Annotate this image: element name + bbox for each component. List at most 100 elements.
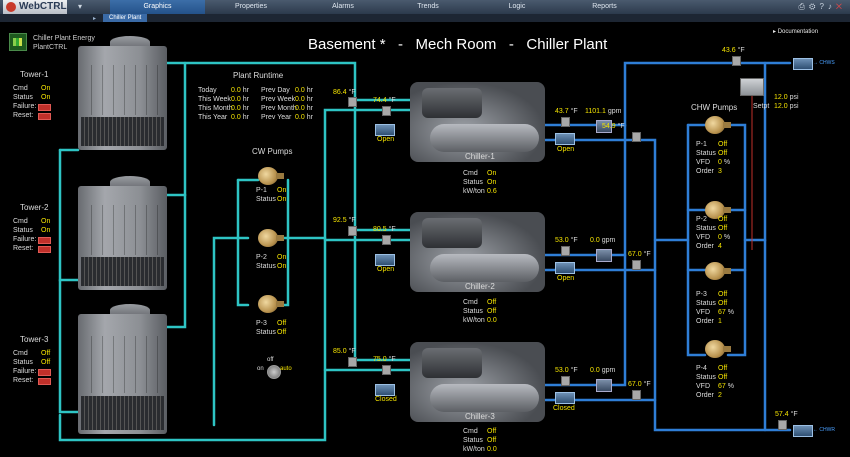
- chiller-3-cmd[interactable]: Off: [487, 427, 496, 436]
- chiller-2-cw-valve-status: Open: [377, 266, 395, 273]
- chiller-2-chw-valve-status: Open: [557, 275, 575, 282]
- dp-sensor-panel[interactable]: [740, 78, 764, 96]
- cw-pump-2-cmd[interactable]: On: [277, 253, 286, 262]
- runtime-value: 0.0 hr: [295, 87, 313, 94]
- chw-pump-3-vfd: 67 %: [718, 309, 734, 316]
- cooling-tower-1[interactable]: [78, 46, 167, 150]
- dp-setpoint[interactable]: 12.0 psi: [774, 102, 799, 111]
- tower-3-cmd[interactable]: Off: [41, 349, 50, 358]
- cooling-tower-2[interactable]: [78, 186, 167, 290]
- tower-1-reset-button[interactable]: [38, 113, 51, 120]
- cw-pump-2-status-label: Status: [256, 263, 276, 270]
- chiller-2-cw-supply-temp: 80.5 °F: [373, 226, 396, 233]
- chiller-1-status-label: Status: [463, 179, 483, 186]
- chw-pump-1-order-label: Order: [696, 168, 714, 175]
- chiller-2-flow-meter[interactable]: [596, 249, 612, 262]
- runtime-value: 0.0 hr: [295, 96, 313, 103]
- hoa-switch-knob[interactable]: [267, 365, 281, 379]
- chiller-3-status-label: Status: [463, 437, 483, 444]
- sensor-icon: [348, 226, 357, 236]
- chiller-2-cw-return-temp: 92.5 °F: [333, 217, 356, 224]
- chiller-3-cw-supply-temp: 75.0 °F: [373, 356, 396, 363]
- chiller-3-chw-return-temp: 53.0 °F: [555, 367, 578, 374]
- chws-outlet-valve[interactable]: [793, 58, 813, 70]
- chw-pump-1[interactable]: [705, 116, 731, 134]
- chw-pump-2-status-label: Status: [696, 225, 716, 232]
- runtime-label: Today: [198, 87, 217, 94]
- cw-pump-2-name: P-2: [256, 254, 267, 261]
- tower-2-cmd-label: Cmd: [13, 218, 28, 225]
- tower-2-cmd[interactable]: On: [41, 217, 50, 226]
- chw-pump-1-order: 3: [718, 168, 722, 175]
- chw-pump-2-status: Off: [718, 225, 728, 232]
- cw-pump-1-cmd[interactable]: On: [277, 186, 286, 195]
- chiller-1-status: On: [487, 179, 497, 186]
- tower-1-status: On: [41, 94, 51, 101]
- chw-pump-1-cmd[interactable]: Off: [718, 140, 727, 149]
- chw-pump-3[interactable]: [705, 262, 731, 280]
- chw-pump-4-cmd[interactable]: Off: [718, 364, 727, 373]
- chiller-3-flow-meter[interactable]: [596, 379, 612, 392]
- chiller-1-cmd[interactable]: On: [487, 169, 496, 178]
- cw-pump-1[interactable]: [258, 167, 284, 185]
- chw-pump-3-status: Off: [718, 300, 728, 307]
- runtime-label: Prev Year: [261, 114, 292, 121]
- chw-return-temp: 57.4 °F: [775, 411, 798, 418]
- chiller-3-chw-valve[interactable]: [555, 392, 575, 404]
- sensor-icon: [778, 420, 787, 430]
- cw-pump-1-status-label: Status: [256, 196, 276, 203]
- runtime-label: This Year: [198, 114, 228, 121]
- chiller-1-cw-valve[interactable]: [375, 124, 395, 136]
- dp-setpoint-label: Setpt: [753, 103, 770, 110]
- tower-3-status: Off: [41, 359, 51, 366]
- chiller-3-cw-valve[interactable]: [375, 384, 395, 396]
- chw-pump-4-status-label: Status: [696, 374, 716, 381]
- chiller-2-status: Off: [487, 308, 497, 315]
- chw-pump-4-vfd-label: VFD: [696, 383, 710, 390]
- chiller-1-flow: 1101.1 gpm: [585, 108, 622, 115]
- cooling-tower-3[interactable]: [78, 314, 167, 434]
- tower-2-reset-label: Reset:: [13, 245, 34, 252]
- chiller-2-cmd[interactable]: Off: [487, 298, 496, 307]
- chiller-2-kwton-label: kW/ton: [463, 317, 485, 324]
- chw-pump-1-name: P-1: [696, 141, 707, 148]
- chiller-1-chw-valve[interactable]: [555, 133, 575, 145]
- chiller-3-flow: 0.0 gpm: [590, 367, 616, 374]
- chiller-2-kwton: 0.0: [487, 317, 497, 324]
- chw-pump-4[interactable]: [705, 340, 731, 358]
- chw-pump-4-name: P-4: [696, 365, 707, 372]
- chiller-2-chw-valve[interactable]: [555, 262, 575, 274]
- chw-pump-2-cmd[interactable]: Off: [718, 215, 727, 224]
- chw-pump-3-cmd[interactable]: Off: [718, 290, 727, 299]
- sensor-icon: [382, 235, 391, 245]
- chiller-1-cw-valve-status: Open: [377, 136, 395, 143]
- tower-2-title: Tower-2: [20, 203, 49, 212]
- documentation-link[interactable]: ▸ Documentation: [773, 28, 818, 35]
- cw-pump-2[interactable]: [258, 229, 284, 247]
- chw-pump-1-vfd: 0 %: [718, 159, 731, 166]
- chiller-2[interactable]: [410, 212, 545, 292]
- tower-2-reset-button[interactable]: [38, 246, 51, 253]
- tower-1-cmd-label: Cmd: [13, 85, 28, 92]
- cw-pump-3-status: Off: [277, 329, 287, 336]
- chw-pump-2-vfd: 0 %: [718, 234, 731, 241]
- chiller-2-cmd-label: Cmd: [463, 299, 478, 306]
- chiller-1-name: Chiller-1: [465, 152, 495, 161]
- chw-pumps-title: CHW Pumps: [691, 103, 738, 112]
- plant-energy-line-1: Chiller Plant Energy: [33, 35, 95, 42]
- tower-1-failure-label: Failure:: [13, 103, 37, 110]
- cw-pump-3[interactable]: [258, 295, 284, 313]
- chwr-inlet-valve[interactable]: [793, 425, 813, 437]
- chiller-1-cw-supply-temp: 74.4 °F: [373, 97, 396, 104]
- plant-energy-icon[interactable]: [9, 33, 27, 51]
- chw-pump-2-vfd-label: VFD: [696, 234, 710, 241]
- chws-label: → CHWS: [813, 60, 835, 66]
- chiller-1[interactable]: [410, 82, 545, 162]
- chiller-2-cw-valve[interactable]: [375, 254, 395, 266]
- tower-1-cmd[interactable]: On: [41, 84, 50, 93]
- sensor-icon: [632, 390, 641, 400]
- tower-1-failure-indicator: [38, 104, 51, 111]
- tower-3-reset-button[interactable]: [38, 378, 51, 385]
- chiller-3[interactable]: [410, 342, 545, 422]
- cw-pump-3-cmd[interactable]: Off: [277, 319, 286, 328]
